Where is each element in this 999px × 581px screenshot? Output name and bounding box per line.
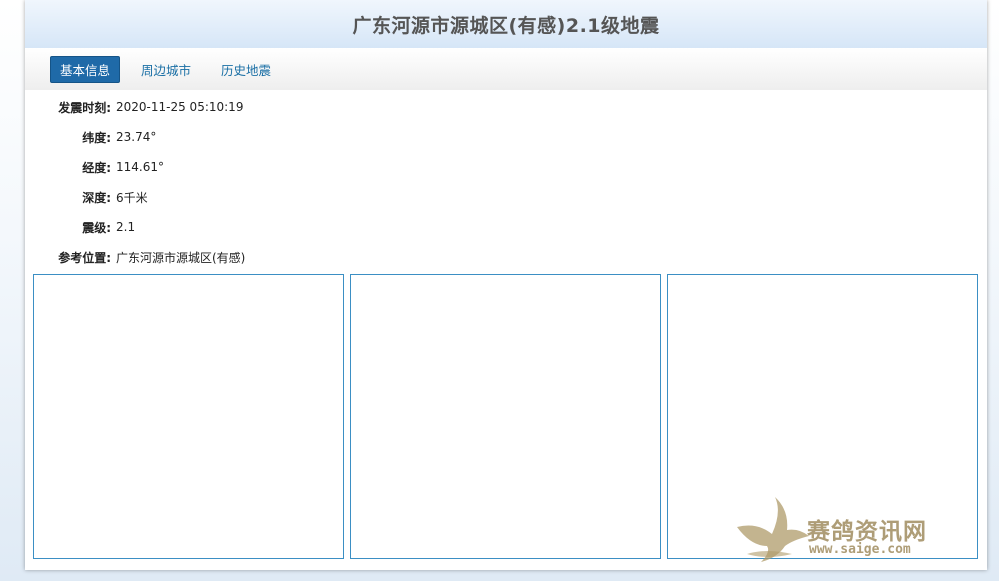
info-row-depth: 深度: 6千米 [25, 182, 987, 212]
info-label: 发震时刻: [58, 100, 111, 115]
info-label: 参考位置: [58, 250, 111, 265]
map-panel-1[interactable] [33, 274, 344, 559]
info-value: 2.1 [116, 220, 136, 234]
info-label: 深度: [82, 190, 111, 205]
info-row-longitude: 经度: 114.61° [25, 152, 987, 182]
info-value: 6千米 [116, 190, 148, 205]
title-bar: 广东河源市源城区(有感)2.1级地震 [25, 0, 987, 48]
page-container: 广东河源市源城区(有感)2.1级地震 基本信息 周边城市 历史地震 发震时刻: … [25, 0, 987, 570]
info-row-magnitude: 震级: 2.1 [25, 212, 987, 242]
info-row-time: 发震时刻: 2020-11-25 05:10:19 [25, 92, 987, 122]
page-title: 广东河源市源城区(有感)2.1级地震 [352, 14, 660, 37]
info-value: 114.61° [116, 160, 164, 174]
info-label: 经度: [82, 160, 111, 175]
info-label: 震级: [82, 220, 111, 235]
info-value: 广东河源市源城区(有感) [116, 250, 246, 265]
tab-history-quakes[interactable]: 历史地震 [212, 57, 280, 82]
tab-nearby-cities[interactable]: 周边城市 [132, 57, 200, 82]
info-value: 2020-11-25 05:10:19 [116, 100, 244, 114]
info-list: 发震时刻: 2020-11-25 05:10:19 纬度: 23.74° 经度:… [25, 90, 987, 272]
map-panel-2[interactable] [350, 274, 661, 559]
info-value: 23.74° [116, 130, 157, 144]
info-label: 纬度: [82, 130, 111, 145]
info-row-latitude: 纬度: 23.74° [25, 122, 987, 152]
tab-basic-info[interactable]: 基本信息 [50, 55, 121, 83]
map-panel-3[interactable] [667, 274, 978, 559]
info-row-location: 参考位置: 广东河源市源城区(有感) [25, 242, 987, 272]
map-panels [33, 274, 978, 559]
tab-bar: 基本信息 周边城市 历史地震 [25, 48, 987, 90]
